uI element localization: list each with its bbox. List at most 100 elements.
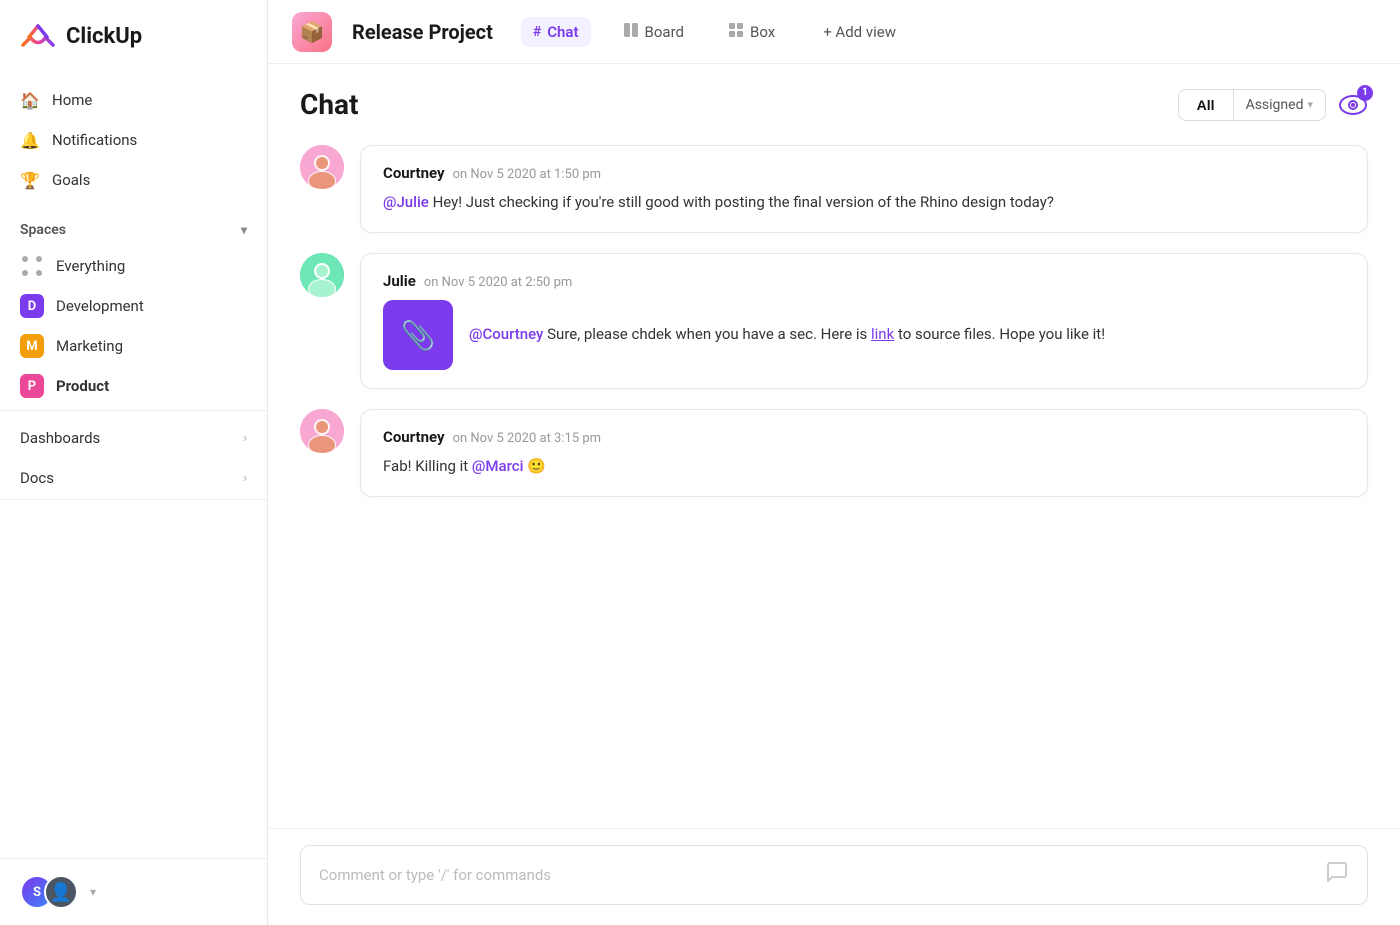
marketing-badge: M <box>20 334 44 358</box>
development-badge: D <box>20 294 44 318</box>
message-3: Courtney on Nov 5 2020 at 3:15 pm Fab! K… <box>300 409 1368 497</box>
sidebar-item-product[interactable]: P Product <box>0 366 267 406</box>
message-2-text: @Courtney Sure, please chdek when you ha… <box>469 322 1105 348</box>
box-tab-label: Box <box>750 23 775 41</box>
message-3-header: Courtney on Nov 5 2020 at 3:15 pm <box>383 428 1345 446</box>
mention-julie[interactable]: @Julie <box>383 193 429 211</box>
attachment-icon[interactable]: 📎 <box>383 300 453 370</box>
sidebar-divider-2 <box>0 499 267 500</box>
message-2-header: Julie on Nov 5 2020 at 2:50 pm <box>383 272 1345 290</box>
sidebar-item-home[interactable]: 🏠 Home <box>0 80 267 120</box>
box-icon <box>728 22 744 42</box>
chat-header: Chat All Assigned ▾ <box>268 64 1400 137</box>
message-2: Julie on Nov 5 2020 at 2:50 pm 📎 @Courtn… <box>300 253 1368 389</box>
home-label: Home <box>52 91 92 109</box>
project-title: Release Project <box>352 20 493 44</box>
comment-placeholder: Comment or type '/' for commands <box>319 866 551 884</box>
msg-2-body-2: to source files. Hope you like it! <box>898 325 1105 343</box>
main-content: 📦 Release Project # Chat Board Box + Add… <box>268 0 1400 925</box>
tab-box[interactable]: Box <box>716 16 787 48</box>
avatar-julie-1 <box>300 253 344 297</box>
messages-list: Courtney on Nov 5 2020 at 1:50 pm @Julie… <box>268 137 1400 828</box>
message-1-content: Courtney on Nov 5 2020 at 1:50 pm @Julie… <box>360 145 1368 233</box>
sidebar-item-dashboards[interactable]: Dashboards › <box>0 415 267 455</box>
notifications-label: Notifications <box>52 131 137 149</box>
msg-3-emoji: 🙂 <box>527 457 546 475</box>
source-files-link[interactable]: link <box>871 325 894 343</box>
board-icon <box>623 22 639 42</box>
sidebar-item-everything[interactable]: Everything <box>0 246 267 286</box>
sidebar-item-marketing[interactable]: M Marketing <box>0 326 267 366</box>
chat-hash-icon: # <box>533 24 541 40</box>
add-view-button[interactable]: + Add view <box>811 17 908 47</box>
filter-group: All Assigned ▾ <box>1178 89 1326 121</box>
mention-marci[interactable]: @Marci <box>472 457 523 475</box>
assigned-chevron-icon: ▾ <box>1307 98 1313 111</box>
avatar-courtney-1 <box>300 145 344 189</box>
message-2-author: Julie <box>383 272 416 290</box>
msg-3-body-1: Fab! Killing it <box>383 457 472 475</box>
sidebar-footer: S 👤 ▾ <box>0 858 267 925</box>
chat-title: Chat <box>300 88 358 121</box>
watch-badge: 1 <box>1357 85 1373 101</box>
filter-assigned-dropdown[interactable]: Assigned ▾ <box>1234 90 1325 120</box>
avatar-courtney-2 <box>300 409 344 453</box>
message-3-author: Courtney <box>383 428 445 446</box>
everything-label: Everything <box>56 257 125 275</box>
goals-label: Goals <box>52 171 90 189</box>
chat-area: Chat All Assigned ▾ <box>268 64 1400 925</box>
product-label: Product <box>56 377 109 395</box>
dashboards-label: Dashboards <box>20 429 100 447</box>
comment-input-wrap[interactable]: Comment or type '/' for commands <box>300 845 1368 905</box>
sidebar-item-development[interactable]: D Development <box>0 286 267 326</box>
message-3-content: Courtney on Nov 5 2020 at 3:15 pm Fab! K… <box>360 409 1368 497</box>
sidebar: ClickUp 🏠 Home 🔔 Notifications 🏆 Goals S… <box>0 0 268 925</box>
sidebar-item-docs[interactable]: Docs › <box>0 455 267 495</box>
message-2-attachment-row: 📎 @Courtney Sure, please chdek when you … <box>383 300 1345 370</box>
everything-grid-icon <box>20 254 44 278</box>
avatar-2-emoji: 👤 <box>50 882 72 903</box>
user-avatars[interactable]: S 👤 <box>20 875 78 909</box>
docs-chevron-icon: › <box>243 471 247 486</box>
comment-area: Comment or type '/' for commands <box>268 828 1400 925</box>
sidebar-divider-1 <box>0 410 267 411</box>
spaces-section-header[interactable]: Spaces ▾ <box>0 208 267 246</box>
marketing-label: Marketing <box>56 337 123 355</box>
message-1: Courtney on Nov 5 2020 at 1:50 pm @Julie… <box>300 145 1368 233</box>
footer-chevron-icon[interactable]: ▾ <box>90 885 96 899</box>
add-view-label: + Add view <box>823 23 896 41</box>
filter-all-button[interactable]: All <box>1179 90 1234 120</box>
tab-board[interactable]: Board <box>611 16 696 48</box>
logo[interactable]: ClickUp <box>0 0 267 72</box>
message-1-time: on Nov 5 2020 at 1:50 pm <box>453 167 601 182</box>
chat-tab-label: Chat <box>547 23 578 41</box>
message-1-header: Courtney on Nov 5 2020 at 1:50 pm <box>383 164 1345 182</box>
dashboards-chevron-icon: › <box>243 431 247 446</box>
project-icon: 📦 <box>292 12 332 52</box>
message-2-content: Julie on Nov 5 2020 at 2:50 pm 📎 @Courtn… <box>360 253 1368 389</box>
message-1-author: Courtney <box>383 164 445 182</box>
board-tab-label: Board <box>645 23 684 41</box>
message-3-time: on Nov 5 2020 at 3:15 pm <box>453 431 601 446</box>
mention-courtney[interactable]: @Courtney <box>469 325 543 343</box>
bell-icon: 🔔 <box>20 130 40 150</box>
chat-header-controls: All Assigned ▾ 1 <box>1178 89 1368 121</box>
docs-label: Docs <box>20 469 54 487</box>
development-label: Development <box>56 297 144 315</box>
sidebar-item-notifications[interactable]: 🔔 Notifications <box>0 120 267 160</box>
topbar: 📦 Release Project # Chat Board Box + Add… <box>268 0 1400 64</box>
msg-1-body: Hey! Just checking if you're still good … <box>433 193 1054 211</box>
msg-2-body-1: Sure, please chdek when you have a sec. … <box>547 325 871 343</box>
comment-chat-icon <box>1325 860 1349 890</box>
spaces-label: Spaces <box>20 222 66 238</box>
sidebar-item-goals[interactable]: 🏆 Goals <box>0 160 267 200</box>
message-1-text: @Julie Hey! Just checking if you're stil… <box>383 190 1345 214</box>
tab-chat[interactable]: # Chat <box>521 17 591 47</box>
clickup-logo-icon <box>20 18 56 54</box>
app-name: ClickUp <box>66 24 142 49</box>
avatar-user-2: 👤 <box>44 875 78 909</box>
home-icon: 🏠 <box>20 90 40 110</box>
product-badge: P <box>20 374 44 398</box>
main-nav: 🏠 Home 🔔 Notifications 🏆 Goals <box>0 72 267 208</box>
watch-button[interactable]: 1 <box>1338 90 1368 120</box>
